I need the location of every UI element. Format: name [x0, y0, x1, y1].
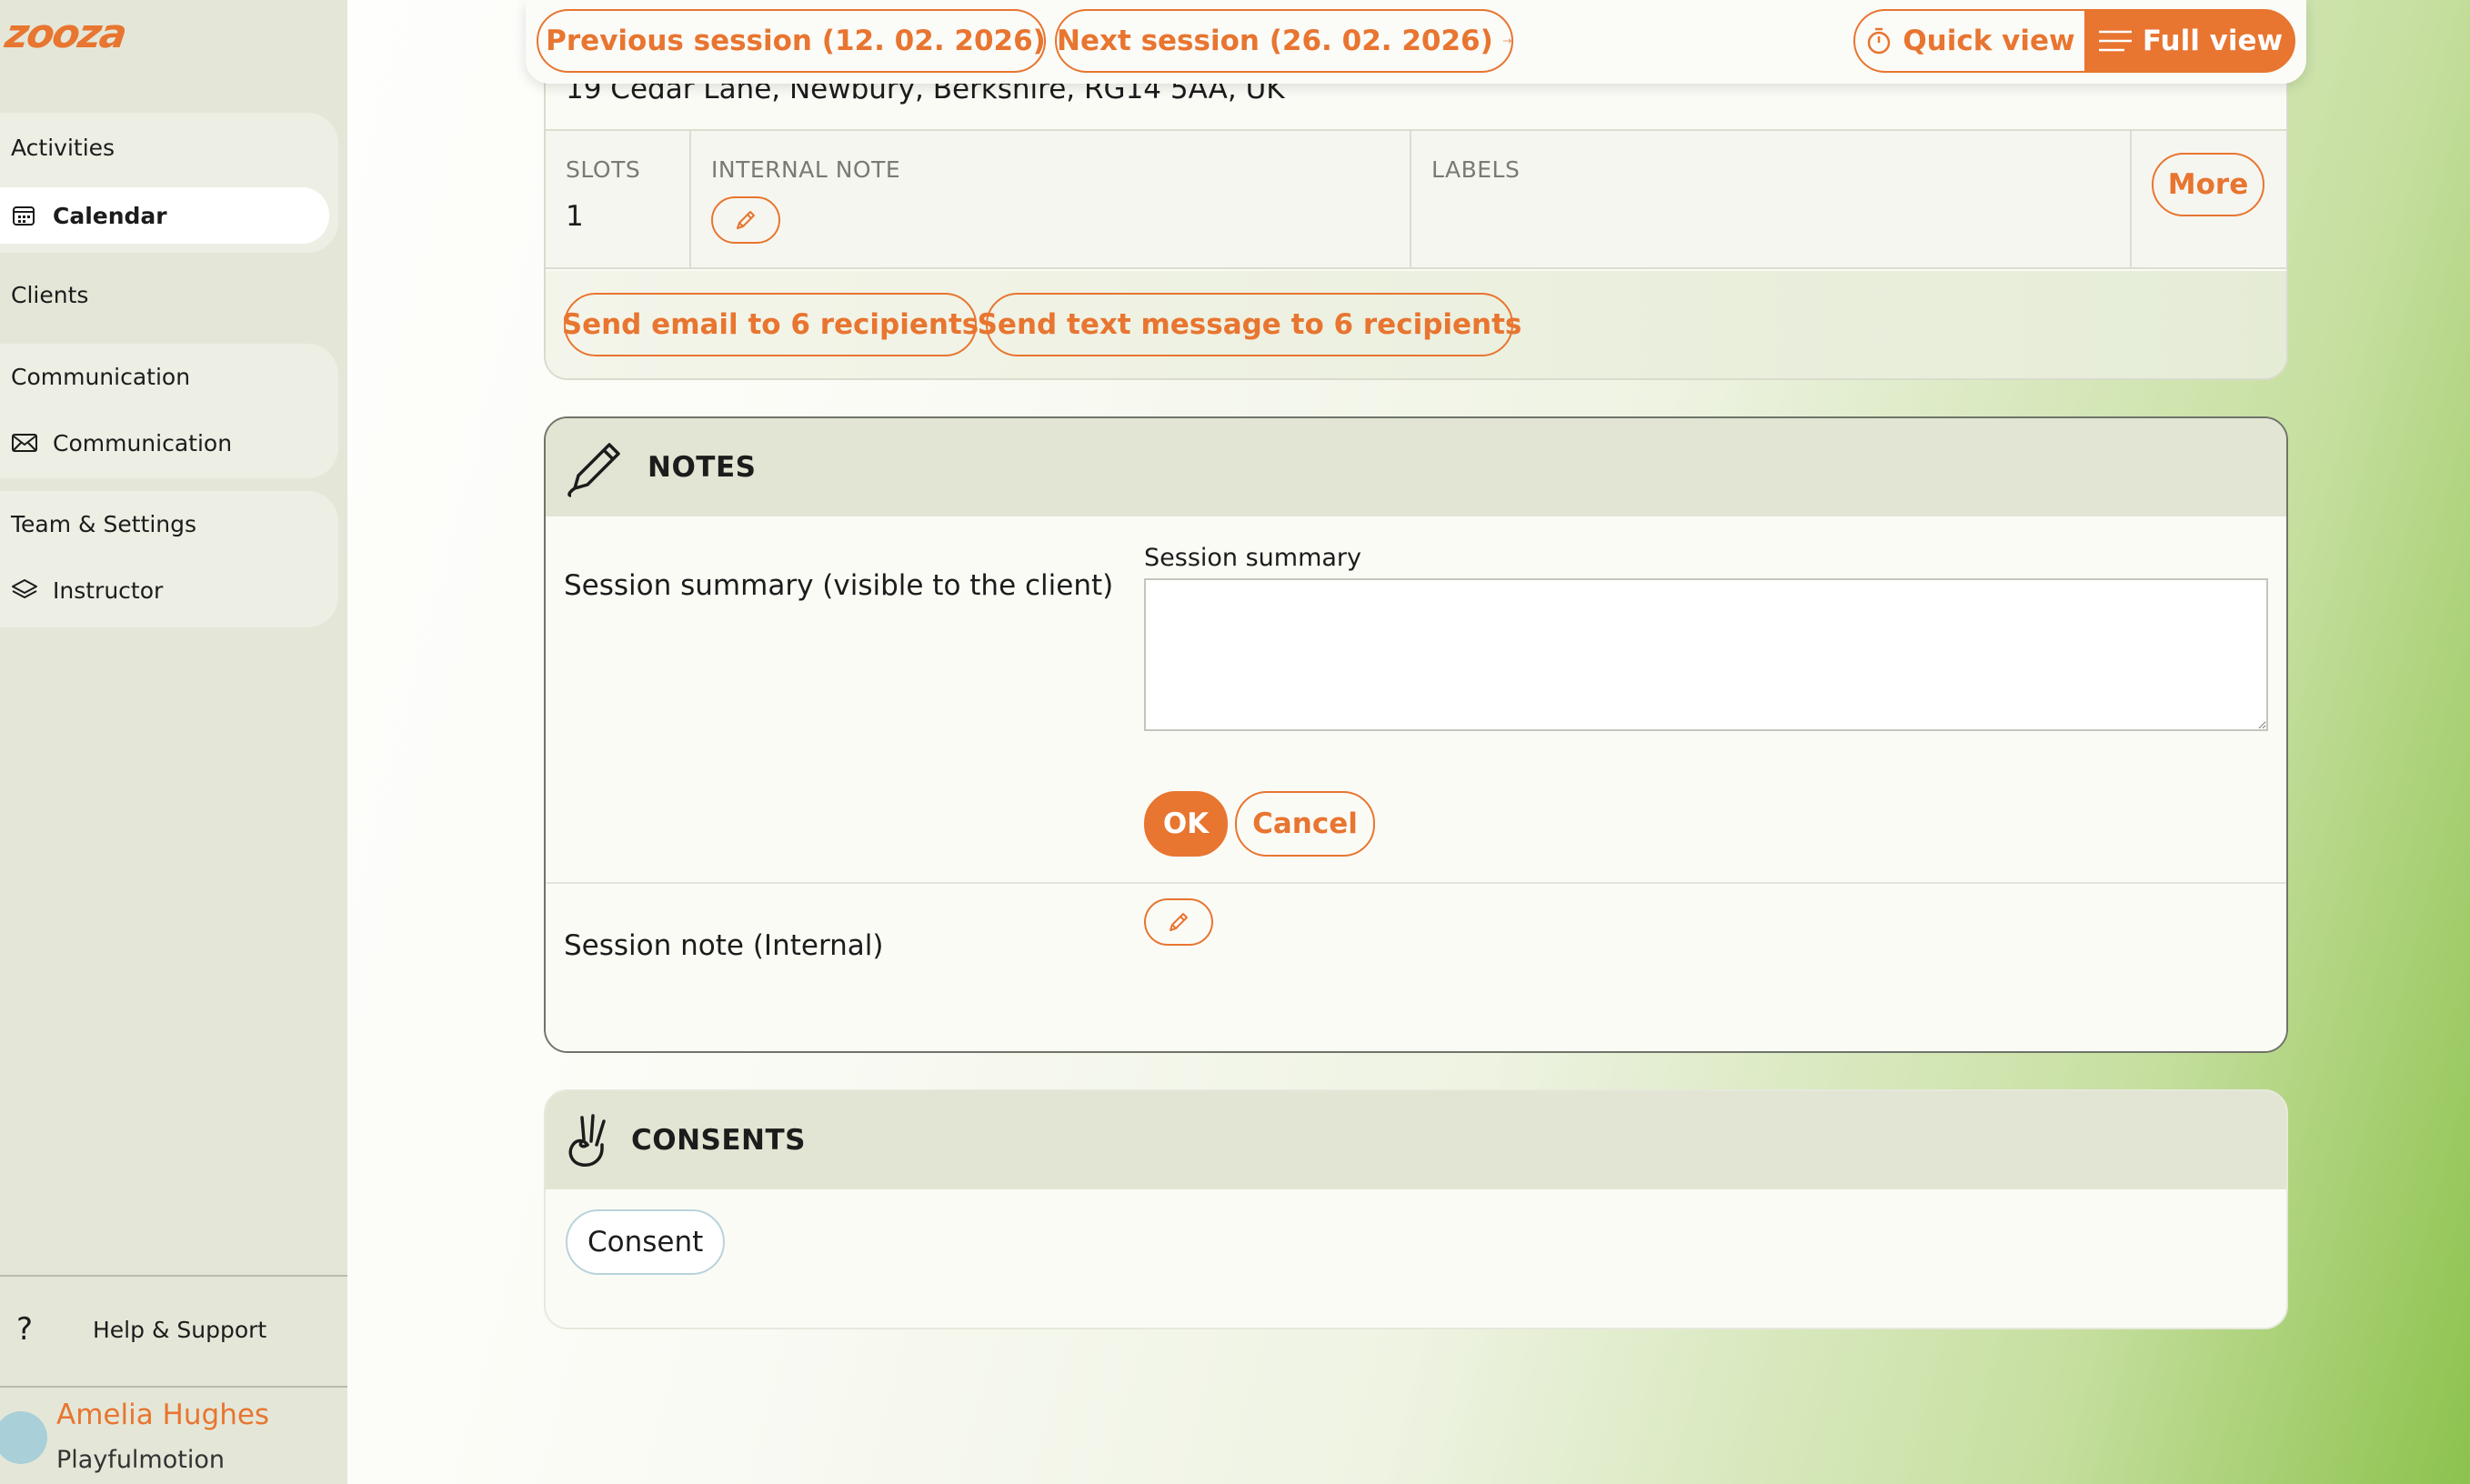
sidebar-item-instructor[interactable]: Instructor [0, 562, 329, 618]
notes-header: NOTES [546, 418, 2286, 516]
layers-icon [0, 577, 53, 603]
full-view-toggle[interactable]: Full view [2084, 9, 2295, 73]
sidebar-item-clients[interactable]: Clients [11, 282, 88, 308]
previous-session-label: Previous session (12. 02. 2026) [546, 25, 1046, 57]
ok-button[interactable]: OK [1144, 791, 1228, 857]
edit-session-note-button[interactable] [1144, 898, 1213, 946]
session-details-row: SLOTS 1 INTERNAL NOTE LABELS More [546, 131, 2286, 269]
sidebar: zooza Activities Calendar Clients Commun… [0, 0, 347, 1484]
session-navigation-bar: Previous session (12. 02. 2026) Next ses… [526, 0, 2306, 84]
question-mark-icon: ? [16, 1311, 34, 1348]
consents-card: CONSENTS Consent [544, 1089, 2288, 1329]
next-session-button[interactable]: Next session (26. 02. 2026) [1055, 9, 1513, 73]
internal-note-label: INTERNAL NOTE [711, 156, 901, 183]
consents-header: CONSENTS [546, 1091, 2286, 1189]
sidebar-item-communication[interactable]: Communication [0, 415, 329, 471]
sidebar-item-label: Instructor [53, 577, 164, 604]
user-name[interactable]: Amelia Hughes [56, 1399, 269, 1431]
user-organization: Playfulmotion [56, 1446, 225, 1474]
consent-chip[interactable]: Consent [566, 1209, 726, 1275]
edit-internal-note-button[interactable] [711, 196, 780, 244]
slots-label: SLOTS [566, 156, 641, 183]
sidebar-item-label: Calendar [53, 202, 167, 229]
sidebar-divider [0, 1275, 347, 1277]
arrow-right-icon [1502, 38, 1511, 44]
sidebar-item-label: Communication [53, 429, 233, 456]
sidebar-item-calendar[interactable]: Calendar [0, 187, 329, 244]
session-note-internal-label: Session note (Internal) [564, 929, 884, 962]
slots-value: 1 [566, 200, 584, 233]
activities-heading[interactable]: Activities [11, 135, 115, 161]
timer-icon [1868, 27, 1891, 55]
pencil-icon [737, 211, 755, 229]
full-view-label: Full view [2142, 25, 2284, 57]
menu-icon [2098, 30, 2132, 52]
send-text-button[interactable]: Send text message to 6 recipients [978, 293, 1521, 356]
communication-heading[interactable]: Communication [11, 364, 190, 390]
consents-title: CONSENTS [631, 1124, 806, 1157]
slots-cell: SLOTS 1 [546, 131, 691, 267]
cancel-button[interactable]: Cancel [1235, 791, 1375, 857]
team-settings-heading[interactable]: Team & Settings [11, 511, 196, 537]
pencil-icon [562, 436, 631, 499]
labels-cell: LABELS [1411, 131, 2132, 267]
session-summary-row-label: Session summary (visible to the client) [564, 569, 1114, 602]
session-summary-field-label: Session summary [1144, 544, 1362, 572]
calendar-icon [0, 203, 53, 228]
message-actions: Send email to 6 recipients Send text mes… [546, 271, 2286, 378]
quick-view-toggle[interactable]: Quick view [1853, 9, 2086, 73]
ok-hand-icon [562, 1108, 617, 1172]
zooza-logo[interactable]: zooza [2, 11, 128, 57]
next-session-label: Next session (26. 02. 2026) [1057, 25, 1493, 57]
notes-card: NOTES Session summary (visible to the cl… [544, 416, 2288, 1053]
pencil-icon [1170, 913, 1188, 931]
labels-label: LABELS [1431, 156, 1521, 183]
team-settings-group: Team & Settings Instructor [0, 491, 338, 627]
notes-title: NOTES [648, 451, 757, 484]
more-cell: More [2132, 131, 2286, 267]
envelope-icon [0, 432, 53, 454]
quick-view-label: Quick view [1903, 25, 2075, 57]
notes-row-divider [546, 882, 2286, 884]
help-support-link[interactable]: ? Help & Support [16, 1311, 266, 1348]
avatar[interactable] [0, 1411, 47, 1464]
sidebar-divider [0, 1386, 347, 1388]
more-button[interactable]: More [2152, 153, 2264, 216]
previous-session-button[interactable]: Previous session (12. 02. 2026) [537, 9, 1046, 73]
session-summary-input[interactable] [1144, 578, 2268, 731]
internal-note-cell: INTERNAL NOTE [691, 131, 1411, 267]
help-support-label: Help & Support [93, 1316, 267, 1343]
communication-group: Communication Communication [0, 344, 338, 478]
activities-group: Activities Calendar [0, 113, 338, 253]
send-email-button[interactable]: Send email to 6 recipients [562, 293, 979, 356]
